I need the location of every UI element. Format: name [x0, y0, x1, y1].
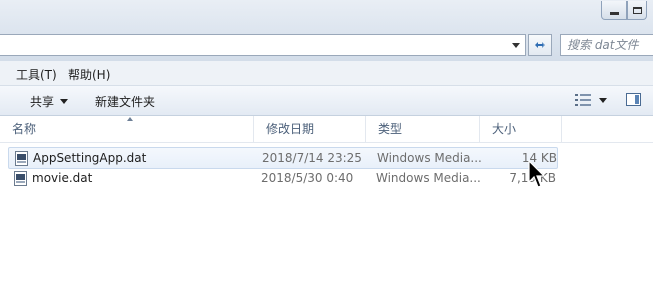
- share-label: 共享: [30, 95, 55, 109]
- file-name: AppSettingApp.dat: [33, 151, 147, 165]
- media-file-icon: [15, 151, 28, 166]
- view-options-icon[interactable]: [575, 94, 591, 106]
- preview-pane-icon[interactable]: [626, 93, 641, 106]
- minimize-icon: [609, 11, 619, 15]
- search-input[interactable]: 搜索 dat文件: [560, 34, 653, 56]
- title-bar: [0, 0, 653, 31]
- chevron-down-icon: [60, 99, 69, 104]
- sort-ascending-icon: [127, 117, 133, 121]
- column-header-row: 名称 修改日期 类型 大小: [0, 116, 653, 143]
- menu-help[interactable]: 帮助(H): [68, 66, 110, 83]
- menu-tools[interactable]: 工具(T): [16, 66, 57, 83]
- file-type: Windows Media...: [376, 171, 480, 185]
- maximize-button[interactable]: [627, 1, 647, 20]
- view-dropdown-icon[interactable]: [599, 98, 607, 103]
- menu-bar: 工具(T) 帮助(H): [0, 61, 653, 86]
- new-folder-button[interactable]: 新建文件夹: [95, 93, 155, 110]
- address-history-dropdown-icon[interactable]: [512, 43, 520, 48]
- file-row[interactable]: movie.dat 2018/5/30 0:40 Windows Media..…: [8, 168, 558, 190]
- column-size[interactable]: 大小: [480, 116, 562, 142]
- address-row: 搜索 dat文件: [0, 31, 653, 61]
- media-file-icon: [14, 171, 27, 186]
- file-date: 2018/7/14 23:25: [262, 151, 362, 165]
- refresh-icon: [535, 42, 545, 48]
- window-controls: [601, 1, 647, 21]
- share-button[interactable]: 共享: [30, 93, 69, 110]
- file-name: movie.dat: [32, 171, 93, 185]
- column-date[interactable]: 修改日期: [254, 116, 366, 142]
- minimize-button[interactable]: [601, 1, 627, 20]
- file-type: Windows Media...: [377, 151, 481, 165]
- column-type[interactable]: 类型: [366, 116, 480, 142]
- command-bar: 共享 新建文件夹: [0, 86, 653, 116]
- refresh-button[interactable]: [528, 34, 552, 56]
- mouse-cursor-icon: [528, 160, 546, 188]
- address-bar[interactable]: [0, 34, 526, 56]
- file-row[interactable]: AppSettingApp.dat 2018/7/14 23:25 Window…: [8, 147, 558, 169]
- maximize-icon: [632, 6, 642, 14]
- file-date: 2018/5/30 0:40: [261, 171, 354, 185]
